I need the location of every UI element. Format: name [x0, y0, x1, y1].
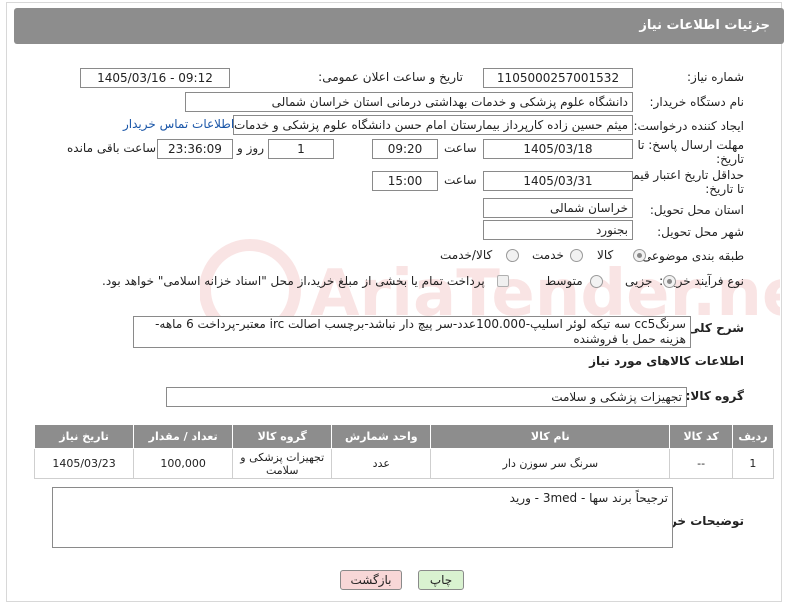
purchase-radio-minor[interactable]: [663, 275, 676, 288]
goods-group-field[interactable]: تجهیزات پزشکی و سلامت: [166, 387, 687, 407]
response-time-label: ساعت: [444, 141, 477, 155]
cell-item-code: --: [669, 448, 733, 479]
col-item-code: کد کالا: [669, 424, 733, 449]
category-option-service: خدمت: [532, 248, 564, 262]
goods-info-title: اطلاعات کالاهای مورد نیاز: [589, 354, 744, 368]
col-group: گروه کالا: [232, 424, 333, 449]
goods-group-label: گروه کالا:: [685, 389, 744, 403]
response-deadline-label: مهلت ارسال پاسخ: تا: [637, 138, 744, 152]
cell-unit: عدد: [331, 448, 432, 479]
items-table: ردیف کد کالا نام کالا واحد شمارش گروه کا…: [33, 424, 775, 479]
buyer-org-field[interactable]: دانشگاه علوم پزشکی و خدمات بهداشتی درمان…: [185, 92, 633, 112]
response-days-label: روز و: [237, 141, 264, 155]
response-time-field[interactable]: 09:20: [372, 139, 438, 159]
announce-datetime-label: تاریخ و ساعت اعلان عمومی:: [318, 70, 463, 84]
items-table-header: ردیف کد کالا نام کالا واحد شمارش گروه کا…: [33, 424, 775, 449]
header-bar: جزئیات اطلاعات نیاز: [14, 8, 784, 44]
category-radio-goods-service[interactable]: [506, 249, 519, 262]
response-deadline-label-2: تاریخ:: [716, 152, 744, 166]
delivery-province-field[interactable]: خراسان شمالی: [483, 198, 633, 218]
treasury-payment-note: پرداخت تمام یا بخشی از مبلغ خرید،از محل …: [102, 274, 485, 288]
remaining-time-label: ساعت باقی مانده: [67, 141, 157, 155]
purchase-option-medium: متوسط: [545, 274, 583, 288]
price-validity-date-field[interactable]: 1405/03/31: [483, 171, 633, 191]
buyer-contact-link[interactable]: اطلاعات تماس خریدار: [123, 117, 234, 131]
buyer-notes-field[interactable]: ترجیحاً برند سها - 3med - ورید: [52, 487, 673, 548]
need-number-field[interactable]: 1105000257001532: [483, 68, 633, 88]
delivery-city-field[interactable]: بجنورد: [483, 220, 633, 240]
purchase-option-minor: جزیی: [625, 274, 653, 288]
delivery-province-label: استان محل تحویل:: [649, 203, 744, 217]
category-option-goods: کالا: [597, 248, 614, 262]
buyer-notes-text: ترجیحاً برند سها - 3med - ورید: [509, 491, 668, 505]
buyer-org-label: نام دستگاه خریدار:: [649, 95, 745, 109]
category-option-goods-service: کالا/خدمت: [440, 248, 493, 262]
cell-need-date: 1405/03/23: [33, 448, 135, 479]
delivery-city-label: شهر محل تحویل:: [657, 225, 744, 239]
back-button[interactable]: بازگشت: [340, 570, 402, 590]
price-validity-label-2: تا تاریخ:: [705, 182, 744, 196]
purchase-radio-medium[interactable]: [590, 275, 603, 288]
print-button[interactable]: چاپ: [418, 570, 464, 590]
col-item-name: نام کالا: [430, 424, 671, 449]
table-row[interactable]: 1 -- سرنگ سر سوزن دار عدد تجهیزات پزشکی …: [33, 448, 775, 479]
description-field[interactable]: سرنگcc5 سه تیکه لوئر اسلیپ-100.000عدد-سر…: [133, 316, 691, 348]
response-date-field[interactable]: 1405/03/18: [483, 139, 633, 159]
announce-datetime-field[interactable]: 1405/03/16 - 09:12: [80, 68, 230, 88]
category-radio-goods[interactable]: [633, 249, 646, 262]
description-text: سرنگcc5 سه تیکه لوئر اسلیپ-100.000عدد-سر…: [155, 317, 686, 346]
price-validity-time-label: ساعت: [444, 173, 477, 187]
page-title: جزئیات اطلاعات نیاز: [639, 18, 770, 33]
col-need-date: تاریخ نیاز: [33, 424, 135, 449]
cell-row-number: 1: [731, 448, 775, 479]
col-quantity: تعداد / مقدار: [133, 424, 234, 449]
col-row-number: ردیف: [731, 424, 775, 449]
category-radio-service[interactable]: [570, 249, 583, 262]
price-validity-time-field[interactable]: 15:00: [372, 171, 438, 191]
col-unit: واحد شمارش: [331, 424, 432, 449]
requester-label: ایجاد کننده درخواست:: [633, 119, 744, 133]
category-label: طبقه بندی موضوعی:: [637, 249, 744, 263]
cell-item-name: سرنگ سر سوزن دار: [430, 448, 671, 479]
requester-field[interactable]: میثم حسین زاده کارپرداز بیمارستان امام ح…: [233, 115, 633, 135]
response-days-field[interactable]: 1: [268, 139, 334, 159]
price-validity-label: حداقل تاریخ اعتبار قیمت:: [617, 168, 744, 182]
treasury-payment-checkbox[interactable]: [497, 275, 509, 287]
need-number-label: شماره نیاز:: [687, 70, 744, 84]
cell-group: تجهیزات پزشکی و سلامت: [232, 448, 333, 479]
remaining-time-field[interactable]: 23:36:09: [157, 139, 233, 159]
cell-quantity: 100,000: [133, 448, 234, 479]
